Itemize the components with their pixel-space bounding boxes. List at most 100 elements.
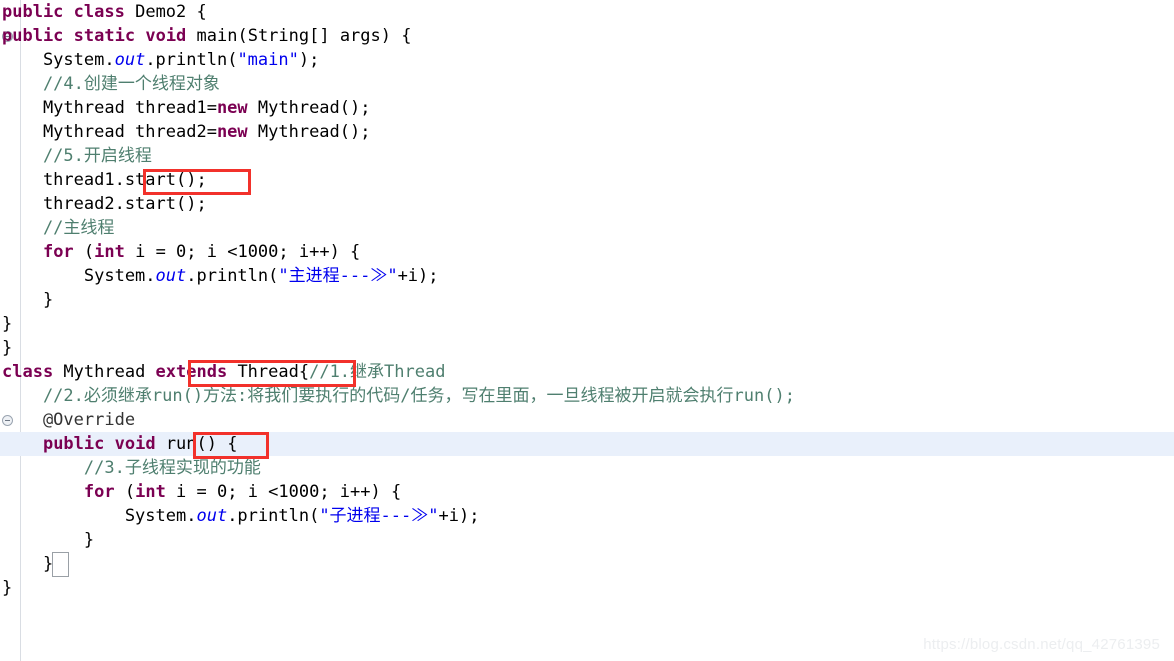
code-token-kw: public <box>2 2 64 22</box>
code-line-text: for (int i = 0; i <1000; i++) { <box>0 240 360 264</box>
code-token-plain: } <box>2 530 95 550</box>
code-line[interactable]: //5.开启线程 <box>0 144 1174 168</box>
code-token-fld: out <box>114 50 146 70</box>
code-line-text: //主线程 <box>0 216 114 240</box>
code-line[interactable]: } <box>0 576 1174 600</box>
code-line-text: //3.子线程实现的功能 <box>0 456 261 480</box>
code-line[interactable]: Mythread thread2=new Mythread(); <box>0 120 1174 144</box>
code-line-text: } <box>0 528 94 552</box>
code-line-text: //4.创建一个线程对象 <box>0 72 220 96</box>
code-token-kw: void <box>145 26 187 46</box>
code-token-cmt: //4.创建一个线程对象 <box>2 74 220 94</box>
code-line[interactable]: } <box>0 288 1174 312</box>
code-line[interactable]: public static void main(String[] args) { <box>0 24 1174 48</box>
code-token-plain: Mythread(); <box>247 122 371 142</box>
code-line[interactable]: } <box>0 336 1174 360</box>
code-token-kw: void <box>114 434 156 454</box>
code-line-text: class Mythread extends Thread{//1.继承Thre… <box>0 360 445 384</box>
code-token-kw: for <box>83 482 115 502</box>
code-line-text: System.out.println("主进程---≫"+i); <box>0 264 439 288</box>
code-line-text: thread2.start(); <box>0 192 207 216</box>
code-line-text: //5.开启线程 <box>0 144 152 168</box>
code-line-text: } <box>0 552 53 576</box>
code-token-ann: @Override <box>2 410 136 430</box>
code-token-cmt: //3.子线程实现的功能 <box>2 458 261 478</box>
code-line[interactable]: for (int i = 0; i <1000; i++) { <box>0 480 1174 504</box>
code-line-text: } <box>0 336 12 360</box>
code-line[interactable]: public void run() { <box>0 432 1174 456</box>
code-line-text: } <box>0 288 53 312</box>
code-content[interactable]: public class Demo2 {public static void m… <box>0 0 1174 600</box>
code-line-text: for (int i = 0; i <1000; i++) { <box>0 480 401 504</box>
code-line[interactable]: } <box>0 552 1174 576</box>
code-token-plain: System. <box>2 506 197 526</box>
watermark: https://blog.csdn.net/qq_42761395 <box>923 636 1160 653</box>
code-token-plain: System. <box>2 266 156 286</box>
code-line[interactable]: //2.必须继承run()方法:将我们要执行的代码/任务，写在里面，一旦线程被开… <box>0 384 1174 408</box>
code-line[interactable]: Mythread thread1=new Mythread(); <box>0 96 1174 120</box>
code-token-kw: public <box>42 434 105 454</box>
code-token-str: "main" <box>237 50 299 70</box>
code-line[interactable]: class Mythread extends Thread{//1.继承Thre… <box>0 360 1174 384</box>
code-line-text: } <box>0 312 12 336</box>
code-token-kw: class <box>73 2 125 22</box>
code-editor[interactable]: public class Demo2 {public static void m… <box>0 0 1174 661</box>
code-line-text: public static void main(String[] args) { <box>0 24 411 48</box>
code-token-plain: } <box>2 338 13 358</box>
code-token-cmt: //主线程 <box>2 218 115 238</box>
code-token-kw: class <box>2 362 54 382</box>
code-token-kw: for <box>42 242 74 262</box>
code-token-plain: .println( <box>145 50 238 70</box>
code-line[interactable]: //3.子线程实现的功能 <box>0 456 1174 480</box>
code-line-text: thread1.start(); <box>0 168 207 192</box>
code-line-text: } <box>0 576 12 600</box>
code-token-plain: Thread{ <box>227 362 310 382</box>
code-token-plain: main(String[] args) { <box>186 26 412 46</box>
code-line[interactable]: thread2.start(); <box>0 192 1174 216</box>
code-token-plain: run() { <box>155 434 238 454</box>
code-token-plain: thread1.start(); <box>2 170 207 190</box>
code-token-plain: Mythread thread1= <box>2 98 217 118</box>
code-token-plain: +i); <box>438 506 480 526</box>
code-token-plain: System. <box>2 50 115 70</box>
code-line[interactable]: @Override <box>0 408 1174 432</box>
code-token-kw: new <box>216 98 248 118</box>
code-token-cmt: //5.开启线程 <box>2 146 152 166</box>
code-line[interactable]: System.out.println("主进程---≫"+i); <box>0 264 1174 288</box>
code-token-kw: new <box>216 122 248 142</box>
code-line-text: @Override <box>0 408 135 432</box>
code-line[interactable]: //4.创建一个线程对象 <box>0 72 1174 96</box>
code-token-plain: i = 0; i <1000; i++) { <box>165 482 402 502</box>
code-line[interactable]: //主线程 <box>0 216 1174 240</box>
code-line[interactable]: public class Demo2 { <box>0 0 1174 24</box>
code-line-text: System.out.println("子进程---≫"+i); <box>0 504 480 528</box>
code-token-kw: int <box>94 242 125 262</box>
code-token-plain: Demo2 { <box>124 2 207 22</box>
code-token-kw: public <box>2 26 64 46</box>
code-token-kw: int <box>135 482 166 502</box>
code-line-text: Mythread thread2=new Mythread(); <box>0 120 371 144</box>
code-token-plain: ( <box>73 242 95 262</box>
code-token-str: "主进程---≫" <box>278 266 398 286</box>
code-token-plain: } <box>2 314 13 334</box>
code-token-plain: } <box>2 554 54 574</box>
code-line[interactable]: System.out.println("main"); <box>0 48 1174 72</box>
code-line[interactable]: for (int i = 0; i <1000; i++) { <box>0 240 1174 264</box>
code-token-plain: Mythread thread2= <box>2 122 217 142</box>
code-token-plain: +i); <box>397 266 439 286</box>
code-line[interactable]: } <box>0 312 1174 336</box>
code-token-fld: out <box>155 266 187 286</box>
code-line[interactable]: thread1.start(); <box>0 168 1174 192</box>
code-token-plain: ); <box>298 50 320 70</box>
code-token-cmt: //2.必须继承run()方法:将我们要执行的代码/任务，写在里面，一旦线程被开… <box>2 386 795 406</box>
code-line[interactable]: System.out.println("子进程---≫"+i); <box>0 504 1174 528</box>
code-token-fld: out <box>196 506 228 526</box>
code-line[interactable]: } <box>0 528 1174 552</box>
code-token-plain: .println( <box>227 506 320 526</box>
